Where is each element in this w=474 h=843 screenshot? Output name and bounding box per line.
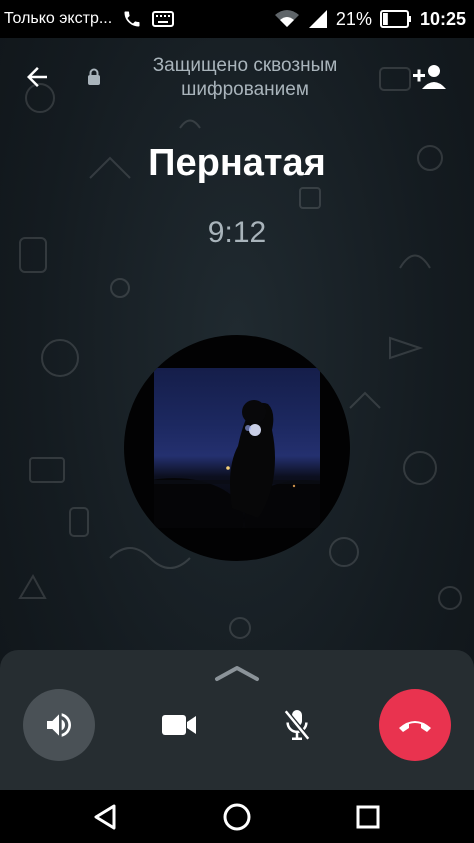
avatar-photo [154, 368, 320, 528]
call-controls-panel [0, 650, 474, 790]
home-circle-icon [223, 803, 251, 831]
lock-icon [87, 68, 101, 91]
status-time: 10:25 [419, 8, 466, 29]
phone-icon [122, 9, 142, 29]
mic-off-icon [283, 709, 311, 741]
status-bar: Только экстр... 21% 10:25 [0, 0, 474, 38]
back-triangle-icon [94, 804, 116, 830]
expand-controls-button[interactable] [213, 662, 261, 682]
arrow-left-icon [27, 67, 47, 87]
contact-name: Пернатая [148, 142, 326, 184]
nav-home-button[interactable] [221, 801, 253, 833]
nav-recents-button[interactable] [352, 801, 384, 833]
contact-avatar [124, 335, 350, 561]
speaker-icon [47, 713, 71, 737]
encryption-notice: Защищено сквозным шифрованием [152, 55, 338, 100]
back-button[interactable] [22, 62, 58, 92]
add-participant-button[interactable] [412, 62, 452, 94]
end-call-button[interactable] [379, 689, 451, 761]
battery-icon [379, 10, 412, 28]
video-camera-icon [162, 715, 196, 735]
wifi-icon [274, 9, 300, 29]
nav-back-button[interactable] [89, 801, 121, 833]
mute-button[interactable] [261, 689, 333, 761]
call-screen: Только экстр... 21% 10:25 Защищено сквоз… [0, 0, 474, 843]
navigation-bar [0, 790, 474, 843]
hangup-icon [399, 721, 431, 732]
speaker-button[interactable] [23, 689, 95, 761]
keyboard-icon [152, 11, 175, 27]
signal-icon [308, 9, 328, 29]
call-timer: 9:12 [207, 216, 267, 249]
recents-square-icon [356, 805, 380, 829]
video-button[interactable] [143, 689, 215, 761]
chevron-up-icon [215, 666, 259, 681]
call-header: Защищено сквозным шифрованием [0, 52, 474, 108]
add-person-icon [413, 65, 446, 89]
battery-percent: 21% [335, 8, 372, 29]
carrier-label: Только экстр... [4, 10, 113, 27]
